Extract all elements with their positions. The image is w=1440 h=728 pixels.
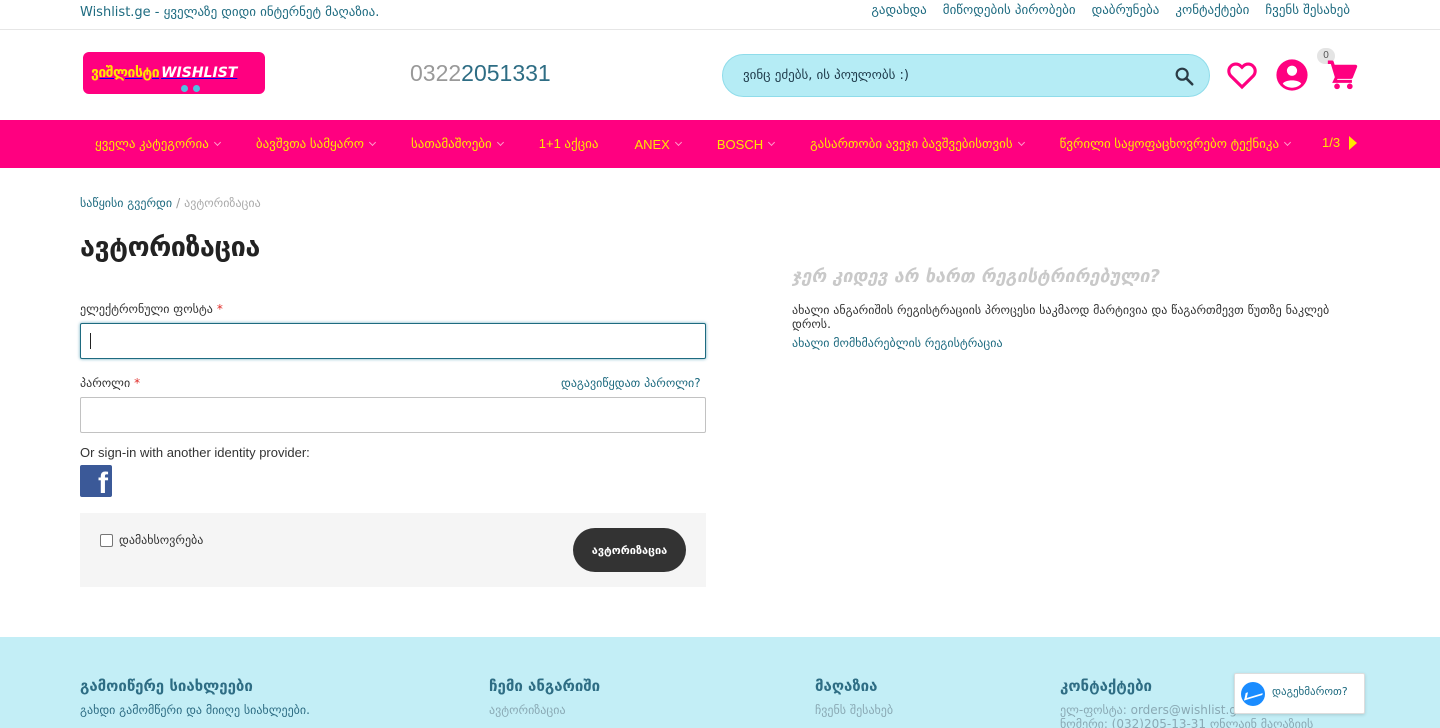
footer-account: ჩემი ანგარიში ავტორიზაცია xyxy=(489,677,600,717)
site-logo[interactable]: ვიშლისტი WISHLIST xyxy=(83,52,265,94)
register-text: ახალი ანგარიშის რეგისტრაციის პროცესი საკ… xyxy=(792,303,1330,331)
search-input[interactable] xyxy=(743,55,1163,96)
form-actions: დამახსოვრება ავტორიზაცია xyxy=(80,513,706,587)
footer-newsletter-title: გამოიწერე სიახლეები xyxy=(80,677,253,695)
logo-dot-icon xyxy=(193,85,200,92)
remember-me[interactable]: დამახსოვრება xyxy=(100,533,203,547)
email-field[interactable] xyxy=(80,323,706,359)
required-mark: * xyxy=(134,376,141,390)
cart-icon[interactable] xyxy=(1325,58,1359,92)
register-title: ჯერ კიდევ არ ხართ რეგისტრირებული? xyxy=(792,266,1161,287)
nav-item-promo[interactable]: 1+1 აქცია xyxy=(539,136,599,152)
messenger-icon xyxy=(1241,682,1265,706)
remember-me-label: დამახსოვრება xyxy=(119,533,204,547)
required-mark: * xyxy=(216,302,223,316)
phone-number: 03222051331 xyxy=(410,60,551,86)
nav-item-toys[interactable]: სათამაშოები xyxy=(411,136,504,152)
site-header: ვიშლისტი WISHLIST 03222051331 0 xyxy=(0,30,1440,120)
nav-item-small-appliances[interactable]: წვრილი საყოფაცხოვრებო ტექნიკა xyxy=(1060,136,1292,152)
footer-phone: ნომერი: (032)205-13-31 ონლაინ მაღაზიის xyxy=(1060,717,1314,728)
email-label: ელექტრონული ფოსტა * xyxy=(80,302,223,316)
logo-dot-icon xyxy=(181,85,188,92)
top-bar: Wishlist.ge - ყველაზე დიდი ინტერნეტ მაღა… xyxy=(0,0,1440,30)
site-footer: გამოიწერე სიახლეები გახდი გამომწერი და მ… xyxy=(0,637,1440,728)
identity-provider-text: Or sign-in with another identity provide… xyxy=(80,445,310,460)
forgot-password-link[interactable]: დაგავიწყდათ პაროლი? xyxy=(561,376,701,390)
chevron-down-icon xyxy=(496,138,504,146)
nav-item-kids-furniture[interactable]: გასართობი ავეჯი ბავშვებისთვის xyxy=(810,136,1025,152)
top-link-delivery[interactable]: მიწოდების პირობები xyxy=(943,3,1076,18)
footer-account-title: ჩემი ანგარიში xyxy=(489,677,601,695)
login-button[interactable]: ავტორიზაცია xyxy=(573,528,686,572)
messenger-chat-widget[interactable]: დაგეხმაროთ? xyxy=(1234,673,1365,714)
footer-store-title: მაღაზია xyxy=(815,677,878,695)
footer-link-login[interactable]: ავტორიზაცია xyxy=(489,703,600,717)
search-icon[interactable] xyxy=(1173,65,1195,87)
nav-item-kids-world[interactable]: ბავშვთა სამყარო xyxy=(256,136,376,152)
breadcrumb-home[interactable]: საწყისი გვერდი xyxy=(80,196,172,210)
chevron-down-icon xyxy=(768,138,776,146)
chevron-down-icon xyxy=(674,138,682,146)
password-label: პაროლი * xyxy=(80,376,141,390)
nav-item-anex[interactable]: ANEX xyxy=(634,137,682,152)
footer-newsletter: გამოიწერე სიახლეები გახდი გამომწერი და მ… xyxy=(80,677,310,717)
nav-item-bosch[interactable]: BOSCH xyxy=(717,137,776,152)
chevron-down-icon xyxy=(213,138,221,146)
nav-item-all-categories[interactable]: ყველა კატეგორია xyxy=(95,136,221,152)
password-field[interactable] xyxy=(80,397,706,433)
facebook-login-button[interactable]: f xyxy=(80,465,112,497)
chevron-down-icon xyxy=(1284,138,1292,146)
search-bar xyxy=(722,54,1210,97)
main-nav: ყველა კატეგორია ბავშვთა სამყარო სათამაშო… xyxy=(0,120,1440,168)
top-link-contacts[interactable]: კონტაქტები xyxy=(1175,3,1249,18)
footer-newsletter-text: გახდი გამომწერი და მიიღე სიახლეები. xyxy=(80,703,310,717)
chat-label: დაგეხმაროთ? xyxy=(1272,685,1348,698)
footer-link-about[interactable]: ჩვენს შესახებ xyxy=(815,703,893,717)
top-link-payment[interactable]: გადახდა xyxy=(871,3,926,18)
breadcrumb-current: ავტორიზაცია xyxy=(184,196,261,210)
chevron-down-icon xyxy=(368,138,376,146)
top-links: გადახდა მიწოდების პირობები დაბრუნება კონ… xyxy=(871,3,1350,18)
wishlist-heart-icon[interactable] xyxy=(1225,58,1259,92)
page-title: ავტორიზაცია xyxy=(80,232,260,263)
logo-text: ვიშლისტი xyxy=(91,65,160,81)
remember-me-checkbox[interactable] xyxy=(100,533,113,547)
chevron-down-icon xyxy=(1017,138,1025,146)
top-link-about[interactable]: ჩვენს შესახებ xyxy=(1265,3,1350,18)
text-caret xyxy=(90,333,91,349)
register-link[interactable]: ახალი მომხმარებლის რეგისტრაცია xyxy=(792,336,1003,350)
breadcrumb-separator: / xyxy=(176,196,181,210)
footer-store: მაღაზია ჩვენს შესახებ xyxy=(815,677,893,717)
top-link-returns[interactable]: დაბრუნება xyxy=(1092,3,1160,18)
account-icon[interactable] xyxy=(1275,58,1309,92)
nav-pager: 1/3 xyxy=(1322,135,1341,150)
site-tagline: Wishlist.ge - ყველაზე დიდი ინტერნეტ მაღა… xyxy=(80,5,380,20)
arrow-right-icon[interactable] xyxy=(1349,136,1357,150)
facebook-icon: f xyxy=(98,467,108,497)
breadcrumb: საწყისი გვერდი / ავტორიზაცია xyxy=(80,196,261,210)
logo-brand: WISHLIST xyxy=(161,65,238,81)
